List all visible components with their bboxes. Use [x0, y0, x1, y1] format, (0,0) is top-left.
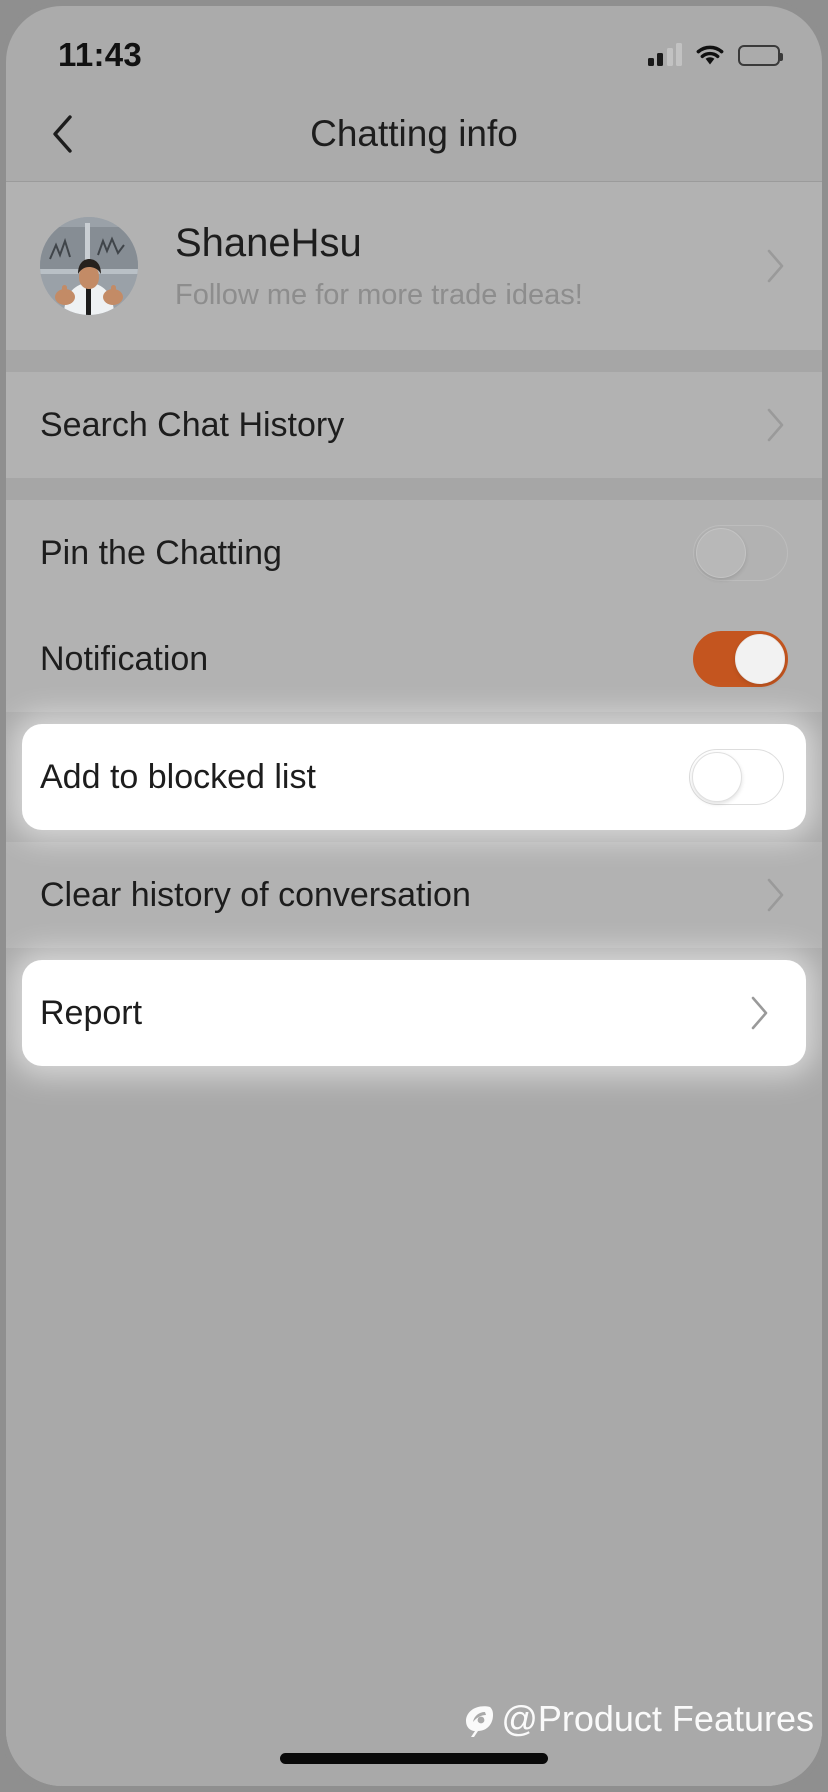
watermark: @Product Features	[459, 1698, 814, 1740]
toggle-knob	[692, 752, 742, 802]
row-pin-the-chatting[interactable]: Pin the Chatting	[6, 500, 822, 606]
row-label: Pin the Chatting	[40, 533, 282, 572]
row-label: Notification	[40, 639, 209, 678]
battery-icon	[738, 44, 783, 66]
row-label: Clear history of conversation	[40, 875, 471, 914]
profile-name: ShaneHsu	[175, 220, 362, 265]
watermark-text: @Product Features	[501, 1698, 814, 1739]
back-button[interactable]	[36, 108, 88, 160]
blocked-list-highlight-wrap: Add to blocked list	[6, 712, 822, 842]
add-to-blocked-list-toggle[interactable]	[689, 749, 784, 805]
settings-list: ShaneHsu Follow me for more trade ideas!…	[6, 182, 822, 1786]
pin-the-chatting-toggle[interactable]	[693, 525, 788, 581]
row-report[interactable]: Report	[22, 960, 806, 1066]
status-bar-time: 11:43	[58, 36, 143, 73]
profile-section: ShaneHsu Follow me for more trade ideas!	[6, 182, 822, 350]
toggles-section: Pin the Chatting Notification	[6, 500, 822, 712]
trader-avatar-image	[40, 217, 138, 315]
profile-row[interactable]: ShaneHsu Follow me for more trade ideas!	[6, 182, 822, 350]
chevron-right-icon	[767, 249, 784, 283]
section-divider	[6, 478, 822, 500]
chevron-right-icon	[767, 878, 784, 912]
chevron-left-icon	[53, 114, 72, 153]
page-title: Chatting info	[310, 112, 518, 154]
status-bar-icons	[647, 43, 783, 66]
empty-space	[6, 1078, 822, 1786]
phone-screen: 11:43 Chatting info ShaneHsu Follow me f…	[0, 0, 828, 1792]
search-section: Search Chat History	[6, 372, 822, 478]
row-notification[interactable]: Notification	[6, 606, 822, 712]
home-indicator[interactable]	[280, 1753, 548, 1764]
row-label: Report	[40, 993, 143, 1032]
avatar	[40, 217, 138, 315]
row-label: Add to blocked list	[40, 757, 316, 796]
row-label: Search Chat History	[40, 405, 345, 444]
chevron-right-icon	[751, 996, 768, 1030]
row-add-to-blocked-list[interactable]: Add to blocked list	[22, 724, 806, 830]
cellular-signal-icon	[647, 43, 682, 66]
notification-toggle[interactable]	[693, 631, 788, 687]
wifi-icon	[695, 44, 725, 66]
toggle-knob	[696, 528, 746, 578]
chevron-right-icon	[767, 408, 784, 442]
status-bar: 11:43	[6, 6, 822, 86]
report-highlight-wrap: Report	[6, 948, 822, 1078]
profile-texts: ShaneHsu Follow me for more trade ideas!	[175, 220, 583, 313]
clear-history-section: Clear history of conversation	[6, 842, 822, 948]
row-search-chat-history[interactable]: Search Chat History	[6, 372, 822, 478]
section-divider	[6, 350, 822, 372]
feather-logo-icon	[466, 1706, 494, 1737]
profile-tagline: Follow me for more trade ideas!	[175, 278, 583, 311]
toggle-knob	[735, 634, 785, 684]
navigation-bar: Chatting info	[6, 86, 822, 182]
row-clear-history-of-conversation[interactable]: Clear history of conversation	[6, 842, 822, 948]
